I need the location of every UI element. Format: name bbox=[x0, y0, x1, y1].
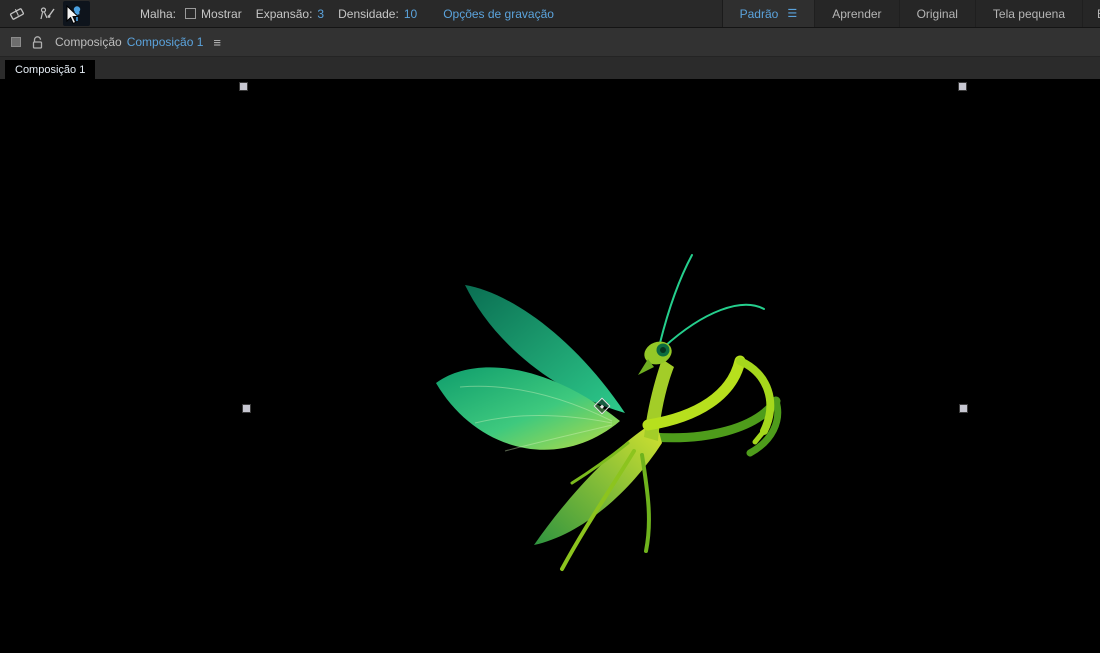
panel-title: Composição bbox=[55, 35, 122, 49]
workspace-menu-icon[interactable]: ☰ bbox=[787, 7, 797, 20]
composition-viewport[interactable] bbox=[0, 79, 1100, 653]
workspace-tab-truncated[interactable]: B bbox=[1082, 0, 1100, 27]
eraser-icon bbox=[9, 7, 24, 20]
density-value[interactable]: 10 bbox=[404, 7, 417, 21]
mesh-show-checkbox[interactable] bbox=[185, 8, 197, 19]
viewer-tab-composicao-1[interactable]: Composição 1 bbox=[5, 60, 96, 79]
roto-brush-tool-button[interactable] bbox=[33, 1, 60, 26]
selection-handle-top-left[interactable] bbox=[240, 83, 247, 90]
workspace-tab-tela-pequena[interactable]: Tela pequena bbox=[974, 0, 1082, 27]
selection-handle-right-center[interactable] bbox=[960, 405, 967, 412]
puppet-pin-tool-button[interactable] bbox=[63, 1, 90, 26]
density-label: Densidade: bbox=[338, 6, 399, 21]
puppet-pin-icon bbox=[73, 5, 80, 21]
app-window: Malha: Mostrar Expansão: 3 Densidade: 10… bbox=[0, 0, 1100, 653]
workspace-tab-original[interactable]: Original bbox=[898, 0, 975, 27]
mesh-label: Malha: bbox=[140, 6, 177, 21]
tool-options-bar: Malha: Mostrar Expansão: 3 Densidade: 10… bbox=[0, 0, 1100, 28]
workspace-tab-padrao[interactable]: Padrão ☰ bbox=[722, 0, 815, 27]
composition-panel-header: Composição Composição 1 ≡ bbox=[0, 28, 1100, 57]
mesh-show-label: Mostrar bbox=[201, 6, 242, 21]
panel-menu-icon[interactable]: ≡ bbox=[213, 35, 221, 50]
expansion-label: Expansão: bbox=[255, 6, 313, 21]
lock-icon[interactable] bbox=[32, 35, 43, 49]
workspace-switcher: Padrão ☰ Aprender Original Tela pequena … bbox=[721, 0, 1100, 27]
panel-icon bbox=[11, 37, 21, 47]
selection-handle-left-center[interactable] bbox=[243, 405, 250, 412]
roto-brush-icon bbox=[39, 6, 55, 19]
expansion-value[interactable]: 3 bbox=[317, 7, 324, 21]
record-options-link[interactable]: Opções de gravação bbox=[443, 7, 554, 21]
eraser-tool-button[interactable] bbox=[3, 1, 30, 26]
workspace-tab-aprender[interactable]: Aprender bbox=[814, 0, 898, 27]
composition-name[interactable]: Composição 1 bbox=[127, 35, 204, 49]
mantis-artwork bbox=[436, 254, 782, 571]
viewer-tab-row: Composição 1 bbox=[0, 57, 1100, 79]
selection-handle-top-right[interactable] bbox=[959, 83, 966, 90]
